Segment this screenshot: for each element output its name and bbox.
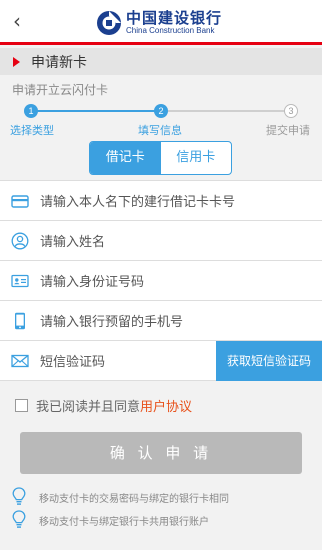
lightbulb-icon <box>12 487 26 505</box>
confirm-apply-button[interactable]: 确 认 申 请 <box>20 432 302 474</box>
top-header: ‹ 中国建设银行 China Construction Bank <box>0 0 322 45</box>
id-card-icon <box>11 274 29 288</box>
tip-item: 移动支付卡的交易密码与绑定的银行卡相同 <box>12 487 229 507</box>
agreement-checkbox[interactable] <box>15 399 28 412</box>
phone-icon <box>15 312 25 330</box>
card-icon <box>11 195 29 208</box>
progress-stepper: 1 2 3 选择类型 填写信息 提交申请 <box>0 100 322 140</box>
card-number-placeholder: 请输入本人名下的建行借记卡卡号 <box>40 195 236 210</box>
step-3-dot: 3 <box>284 104 298 118</box>
step-line-completed <box>31 110 161 112</box>
back-button[interactable]: ‹ <box>6 9 28 33</box>
person-icon <box>11 232 29 250</box>
tip-text: 移动支付卡与绑定银行卡共用银行账户 <box>39 516 209 528</box>
step-line-pending <box>161 110 291 112</box>
step-2-dot: 2 <box>154 104 168 118</box>
id-number-placeholder: 请输入身份证号码 <box>40 275 145 290</box>
credit-card-tab[interactable]: 信用卡 <box>161 142 232 174</box>
phone-placeholder: 请输入银行预留的手机号 <box>40 315 184 330</box>
application-form: 请输入本人名下的建行借记卡卡号 请输入姓名 请输入身份证号码 请输入银行预留的手… <box>0 180 322 381</box>
step-1-label: 选择类型 <box>10 124 54 137</box>
user-agreement-link[interactable]: 用户协议 <box>140 396 192 415</box>
lightbulb-icon <box>12 510 26 528</box>
agreement-text: 我已阅读并且同意 <box>36 400 141 415</box>
phone-field[interactable]: 请输入银行预留的手机号 <box>0 301 322 341</box>
section-title: 申请新卡 <box>31 54 87 71</box>
step-3-label: 提交申请 <box>266 124 310 137</box>
section-subtitle: 申请开立云闪付卡 <box>12 83 109 97</box>
section-header: 申请新卡 <box>0 48 322 75</box>
sms-code-placeholder: 短信验证码 <box>40 355 106 370</box>
agreement-row: 我已阅读并且同意 用户协议 <box>15 396 192 415</box>
tip-text: 移动支付卡的交易密码与绑定的银行卡相同 <box>39 493 229 505</box>
sms-code-field[interactable]: 短信验证码 获取短信验证码 <box>0 341 322 381</box>
card-type-toggle: 借记卡 信用卡 <box>89 141 232 175</box>
ccb-logo-icon <box>97 11 121 35</box>
triangle-marker-icon <box>13 56 20 67</box>
bank-logo: 中国建设银行 China Construction Bank <box>96 7 222 39</box>
envelope-icon <box>11 354 29 368</box>
tip-item: 移动支付卡与绑定银行卡共用银行账户 <box>12 510 209 530</box>
chevron-left-icon: ‹ <box>13 9 21 33</box>
name-placeholder: 请输入姓名 <box>40 235 106 250</box>
brand-name-cn: 中国建设银行 <box>126 9 223 27</box>
debit-card-tab[interactable]: 借记卡 <box>90 142 161 174</box>
name-field[interactable]: 请输入姓名 <box>0 221 322 261</box>
card-number-field[interactable]: 请输入本人名下的建行借记卡卡号 <box>0 181 322 221</box>
brand-name-en: China Construction Bank <box>126 26 215 35</box>
get-sms-code-button[interactable]: 获取短信验证码 <box>216 341 322 381</box>
id-number-field[interactable]: 请输入身份证号码 <box>0 261 322 301</box>
step-1-dot: 1 <box>24 104 38 118</box>
step-2-label: 填写信息 <box>138 124 182 137</box>
